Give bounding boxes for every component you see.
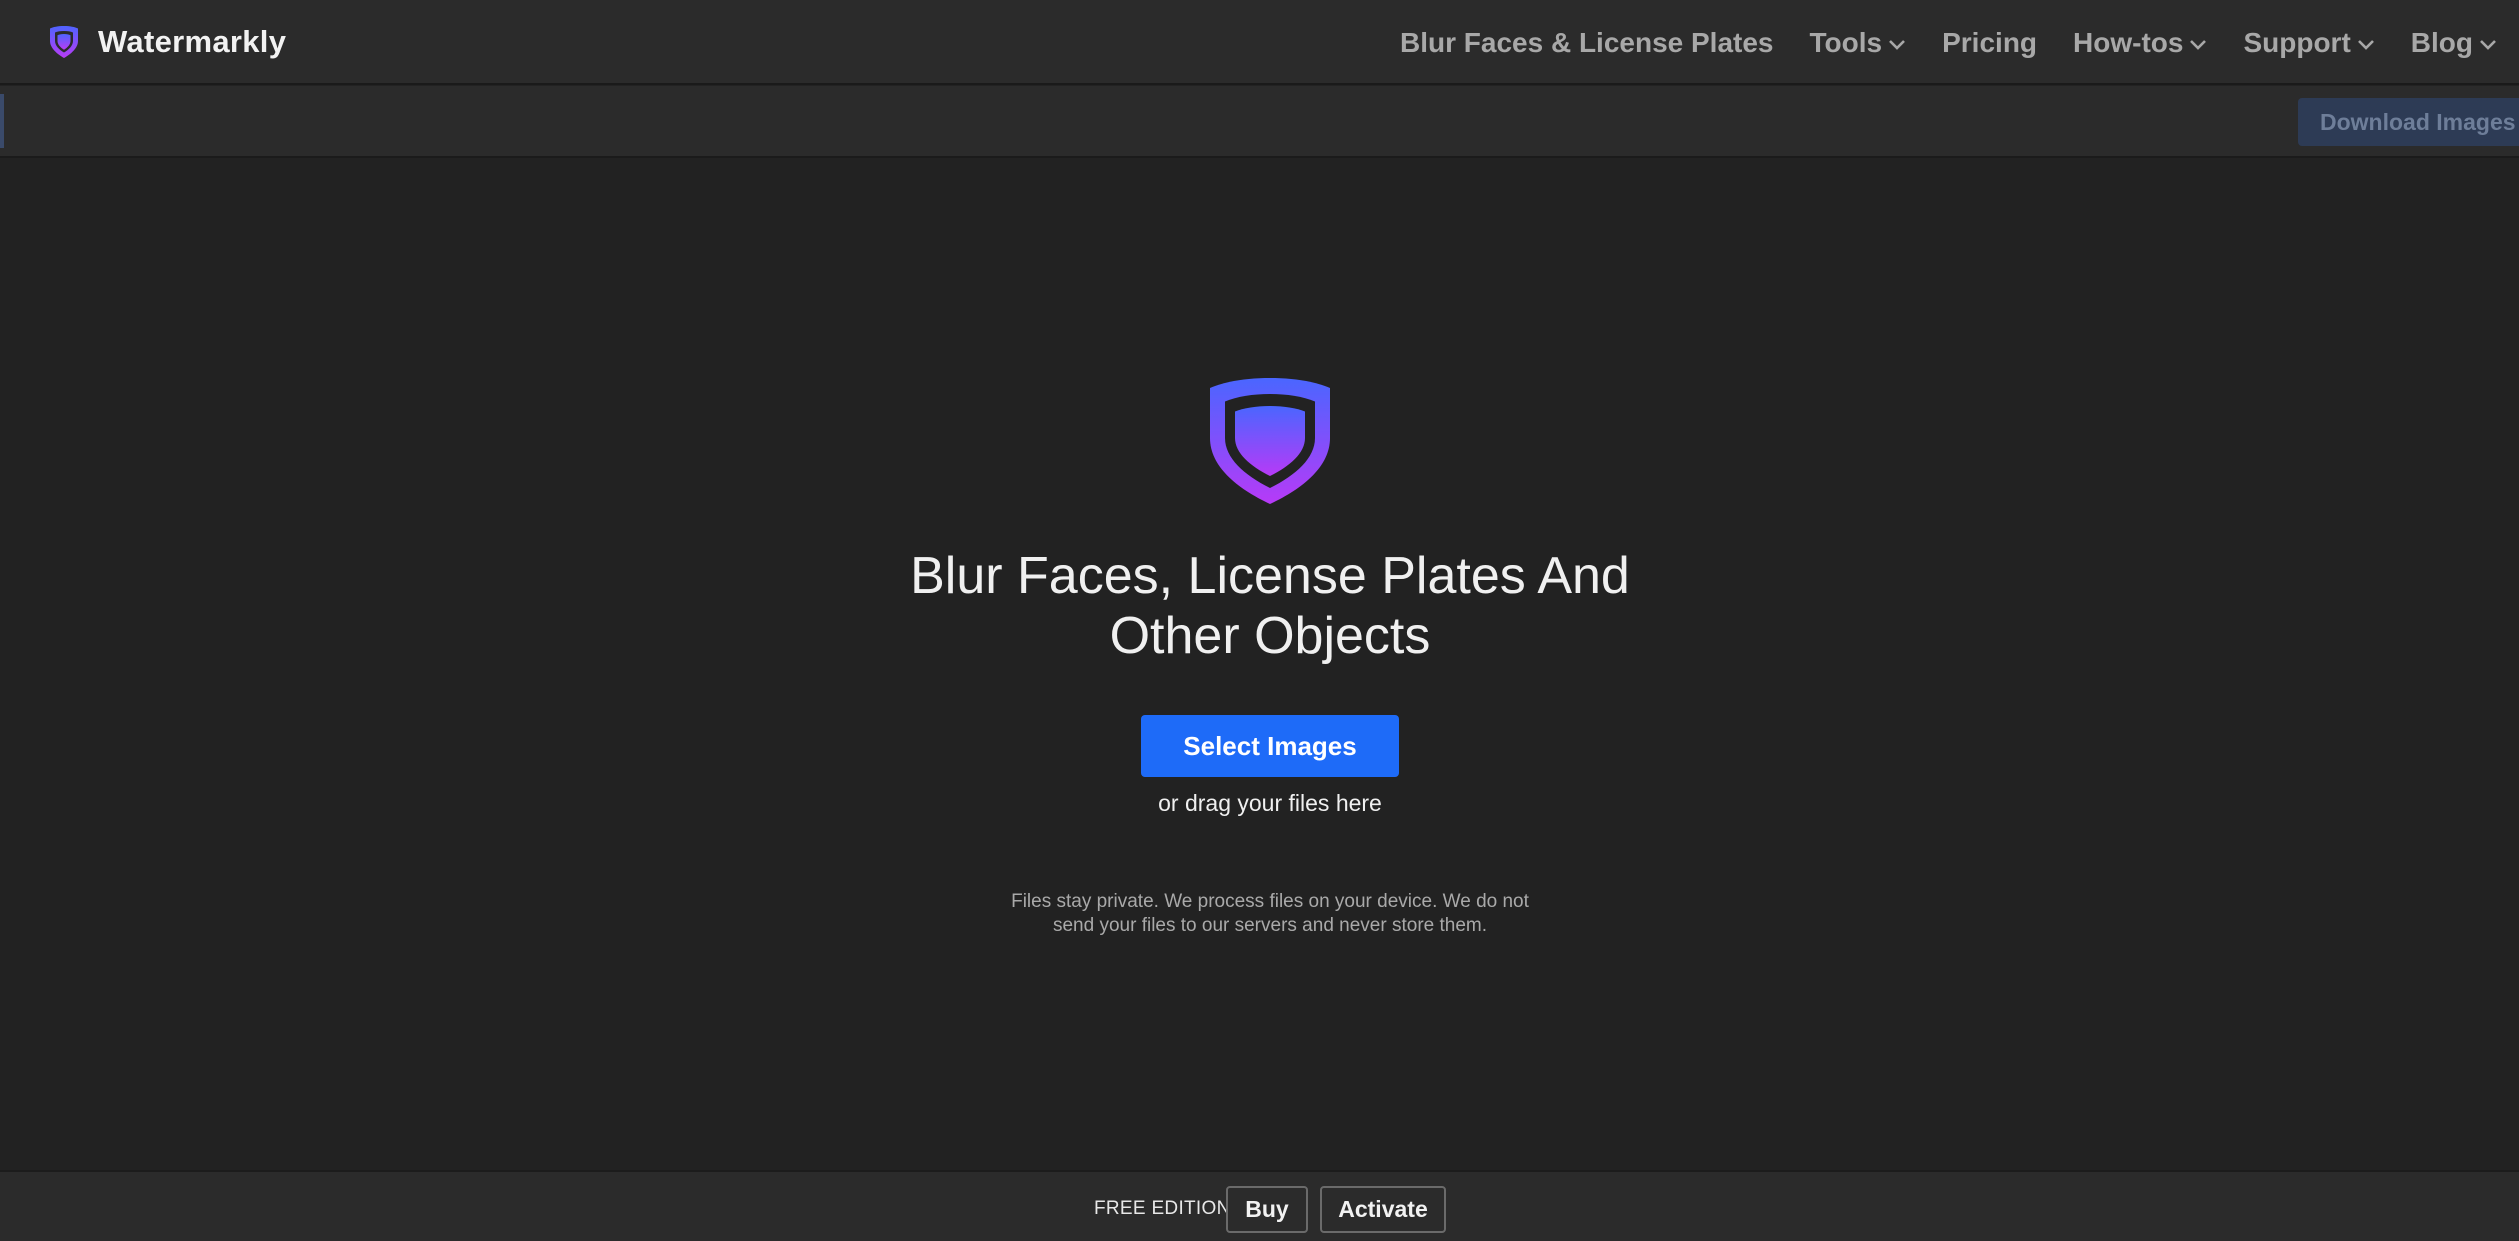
privacy-line1: Files stay private. We process files on … — [1011, 891, 1529, 912]
nav-label: Pricing — [1942, 26, 2038, 58]
edition-footer: FREE EDITION Buy Activate — [0, 1170, 2519, 1241]
chevron-down-icon — [1889, 39, 1906, 50]
activate-button[interactable]: Activate — [1320, 1186, 1446, 1233]
privacy-note: Files stay private. We process files on … — [990, 890, 1550, 938]
nav-item-how-tos[interactable]: How-tos — [2073, 27, 2207, 59]
edition-label: FREE EDITION — [1094, 1198, 1231, 1219]
editor-toolbar: Download Images — [0, 86, 2519, 158]
brand-link[interactable]: Watermarkly — [48, 22, 286, 62]
page-title-line2: Other Objects — [1109, 607, 1431, 665]
nav-item-support[interactable]: Support — [2243, 27, 2374, 59]
nav-item-blog[interactable]: Blog — [2411, 27, 2497, 59]
nav-label: How-tos — [2073, 26, 2184, 58]
buy-button[interactable]: Buy — [1226, 1186, 1308, 1233]
toolbar-edge-handle — [0, 94, 4, 148]
nav-label: Blur Faces & License Plates — [1400, 26, 1774, 58]
download-images-button[interactable]: Download Images — [2298, 98, 2519, 146]
page-title: Blur Faces, License Plates And Other Obj… — [860, 546, 1680, 666]
chevron-down-icon — [2357, 39, 2374, 50]
shield-logo-icon — [50, 26, 78, 58]
nav-label: Blog — [2410, 26, 2473, 58]
nav-label: Tools — [1809, 26, 1883, 58]
chevron-down-icon — [2480, 39, 2496, 50]
chevron-down-icon — [2190, 39, 2207, 50]
shield-logo-icon — [1210, 378, 1330, 504]
nav-item-blur-faces[interactable]: Blur Faces & License Plates — [1400, 27, 1774, 59]
brand-name: Watermarkly — [98, 24, 287, 59]
page-title-line1: Blur Faces, License Plates And — [910, 547, 1630, 605]
nav-label: Support — [2243, 26, 2351, 58]
nav-item-tools[interactable]: Tools — [1810, 27, 1907, 59]
select-images-button[interactable]: Select Images — [1141, 715, 1399, 777]
nav-item-pricing[interactable]: Pricing — [1942, 27, 2037, 59]
top-navigation: Watermarkly Blur Faces & License Plates … — [0, 0, 2519, 85]
main-nav: Blur Faces & License Plates Tools Pricin… — [1364, 0, 2497, 85]
privacy-line2: send your files to our servers and never… — [1052, 915, 1488, 936]
drag-hint: or drag your files here — [1158, 790, 1382, 816]
